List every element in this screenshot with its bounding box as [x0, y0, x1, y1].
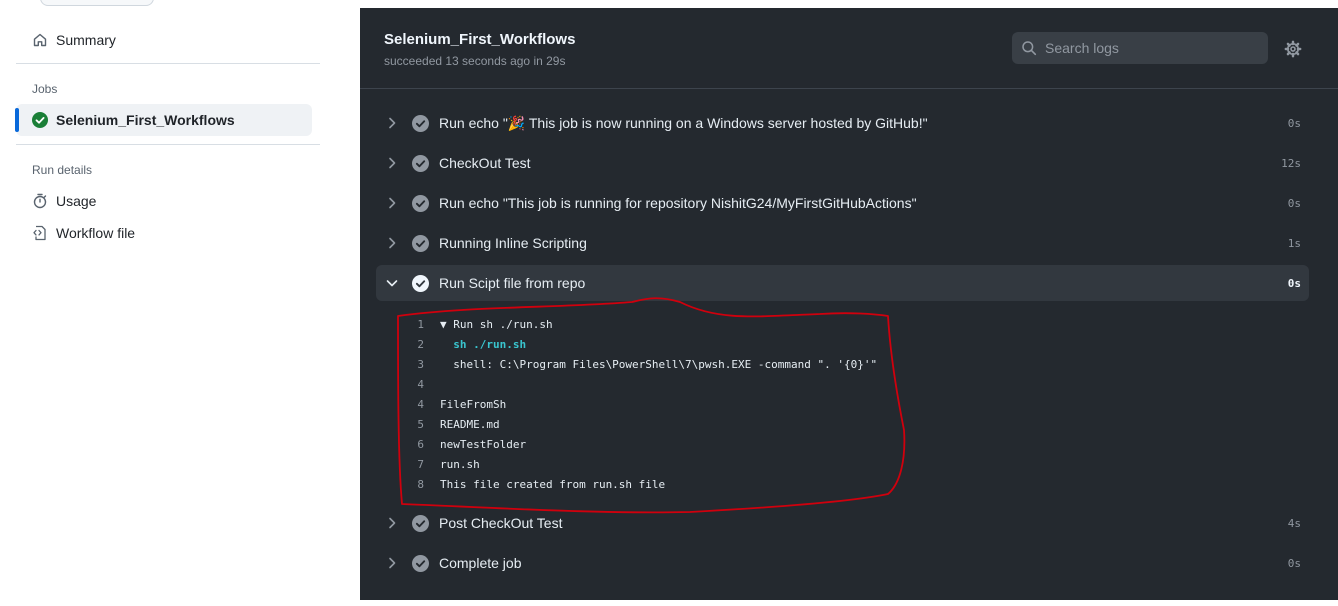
check-circle-fill-icon [412, 154, 429, 172]
step-row[interactable]: Post CheckOut Test 4s [376, 505, 1309, 541]
file-code-icon [32, 225, 48, 241]
step-row[interactable]: CheckOut Test 12s [376, 145, 1309, 181]
log-line-number: 4 [417, 377, 424, 391]
log-line: 5 README.md [400, 414, 500, 434]
job-log-panel: Selenium_First_Workflows succeeded 13 se… [360, 8, 1338, 600]
step-label: CheckOut Test [439, 155, 531, 171]
log-line: 3 shell: C:\Program Files\PowerShell\7\p… [400, 354, 877, 374]
step-duration: 0s [1287, 276, 1301, 290]
stopwatch-icon [32, 193, 48, 209]
log-line-text: FileFromSh [440, 397, 507, 411]
log-line-number: 7 [417, 457, 424, 471]
step-duration: 0s [1287, 116, 1301, 130]
chevron-right-icon [384, 515, 400, 531]
job-status-text: succeeded 13 seconds ago in 29s [384, 54, 566, 68]
log-line: 1 ▼ Run sh ./run.sh [400, 314, 553, 334]
search-logs-input[interactable] [1045, 40, 1255, 56]
gear-icon[interactable] [1284, 40, 1302, 58]
chevron-right-icon [384, 555, 400, 571]
step-label: Run echo "🎉 This job is now running on a… [439, 114, 928, 131]
log-line: 2 sh ./run.sh [400, 334, 526, 354]
check-circle-fill-icon [412, 114, 429, 132]
step-label: Complete job [439, 555, 522, 571]
log-line-number: 4 [417, 397, 424, 411]
log-line-text: This file created from run.sh file [440, 477, 666, 491]
log-line-text: shell: C:\Program Files\PowerShell\7\pws… [440, 357, 878, 371]
log-line: 4 [400, 374, 440, 394]
step-label: Post CheckOut Test [439, 515, 563, 531]
chevron-down-icon [384, 275, 400, 291]
sidebar-item-label: Summary [56, 32, 116, 48]
log-line: 7 run.sh [400, 454, 480, 474]
home-icon [32, 32, 48, 48]
step-row[interactable]: Complete job 0s [376, 545, 1309, 581]
log-line-number: 3 [417, 357, 424, 371]
job-title: Selenium_First_Workflows [384, 31, 576, 48]
log-line-text: newTestFolder [440, 437, 527, 451]
step-duration: 4s [1287, 516, 1301, 530]
step-row[interactable]: Run echo "This job is running for reposi… [376, 185, 1309, 221]
step-row[interactable]: Run echo "🎉 This job is now running on a… [376, 105, 1309, 141]
log-line-number: 6 [417, 437, 424, 451]
sidebar-item-workflow-file[interactable]: Workflow file [16, 217, 312, 249]
sidebar-divider [16, 63, 320, 64]
jobs-heading: Jobs [32, 82, 58, 96]
step-duration: 1s [1287, 236, 1301, 250]
log-line: 4 FileFromSh [400, 394, 506, 414]
check-circle-fill-icon [32, 112, 48, 128]
step-label: Run Scipt file from repo [439, 275, 586, 291]
chevron-right-icon [384, 195, 400, 211]
step-row[interactable]: Running Inline Scripting 1s [376, 225, 1309, 261]
step-label: Running Inline Scripting [439, 235, 587, 251]
sidebar-divider [16, 144, 320, 145]
log-line-text: sh ./run.sh [440, 337, 527, 351]
search-logs-box [1012, 32, 1268, 64]
log-line-text: README.md [440, 417, 500, 431]
check-circle-fill-icon [412, 194, 429, 212]
check-circle-fill-icon [412, 234, 429, 252]
step-label: Run echo "This job is running for reposi… [439, 195, 917, 211]
chevron-right-icon [384, 155, 400, 171]
log-line-number: 5 [417, 417, 424, 431]
log-line-text: run.sh [440, 457, 480, 471]
sidebar-item-label: Selenium_First_Workflows [56, 112, 235, 128]
chevron-right-icon [384, 115, 400, 131]
step-row-expanded[interactable]: Run Scipt file from repo 0s [376, 265, 1309, 301]
sidebar-item-summary[interactable]: Summary [16, 24, 312, 56]
sidebar-item-label: Workflow file [56, 225, 136, 241]
sidebar-item-job[interactable]: Selenium_First_Workflows [15, 104, 312, 136]
sidebar: Summary Jobs Selenium_First_Workflows Ru… [0, 0, 340, 606]
log-line-number: 2 [417, 337, 424, 351]
check-circle-fill-icon [412, 514, 429, 532]
log-line: 8 This file created from run.sh file [400, 474, 665, 494]
log-line: 6 newTestFolder [400, 434, 526, 454]
run-details-heading: Run details [32, 163, 93, 177]
header-divider [360, 88, 1338, 89]
chevron-right-icon [384, 235, 400, 251]
sidebar-item-label: Usage [56, 193, 97, 209]
log-line-number: 8 [417, 477, 424, 491]
search-icon [1021, 40, 1037, 56]
check-circle-fill-icon [412, 554, 429, 572]
check-circle-fill-icon [412, 274, 429, 292]
log-line-text[interactable]: ▼ Run sh ./run.sh [440, 318, 553, 331]
step-duration: 12s [1281, 156, 1301, 170]
step-duration: 0s [1287, 196, 1301, 210]
step-duration: 0s [1287, 556, 1301, 570]
log-line-number: 1 [417, 317, 424, 331]
sidebar-item-usage[interactable]: Usage [16, 185, 312, 217]
